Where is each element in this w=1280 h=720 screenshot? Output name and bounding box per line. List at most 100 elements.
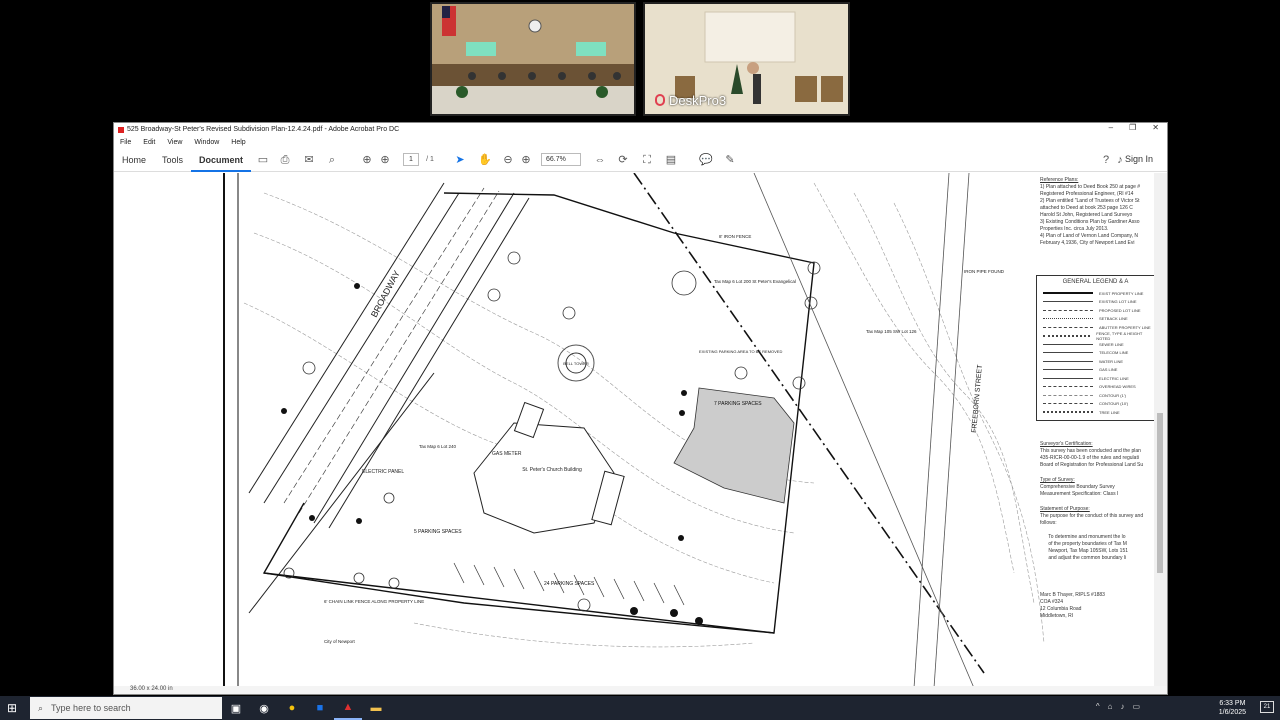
menu-view[interactable]: View [167, 139, 182, 146]
menu-file[interactable]: File [120, 139, 131, 146]
select-tool-icon[interactable]: ➤ [454, 154, 466, 166]
lot-200-label: Tax Map 6 Lot 200 St Peter's Evangelical [714, 279, 796, 284]
legend-item: WATER LINE [1099, 358, 1124, 364]
title-bar[interactable]: 525 Broadway-St Peter's Revised Subdivis… [114, 123, 1167, 136]
zoom-out-icon[interactable]: ⊖ [502, 154, 514, 166]
electric-panel-label: ELECTRIC PANEL [362, 469, 404, 475]
task-view-icon[interactable]: ▣ [222, 696, 250, 720]
search-icon[interactable]: ⌕ [326, 154, 338, 166]
site-plan-drawing: BROADWAY FREEBORN STREET St. Peter's Chu… [114, 173, 1155, 688]
scroll-thumb[interactable] [1157, 413, 1163, 573]
print-icon[interactable]: ⎙ [279, 154, 291, 166]
legend-item: GAS LINE [1099, 367, 1118, 373]
purpose-line: The purpose for the conduct of this surv… [1040, 513, 1144, 519]
full-screen-icon[interactable]: ⛶ [641, 154, 653, 166]
status-bar: 36.00 x 24.00 in [114, 686, 1167, 694]
prev-page-icon[interactable]: ⊕ [361, 154, 373, 166]
pen-icon[interactable]: ✎ [724, 154, 736, 166]
volume-icon[interactable]: ♪ [1120, 702, 1124, 711]
clock-time: 6:33 PM [1219, 700, 1246, 707]
surveyor-line: Board of Registration for Professional L… [1040, 462, 1144, 468]
hand-tool-icon[interactable]: ✋ [478, 154, 492, 166]
reference-line: 1) Plan attached to Deed Book 250 at pag… [1040, 184, 1141, 190]
menu-help[interactable]: Help [231, 139, 245, 146]
page-number-input[interactable]: 1 [403, 153, 419, 166]
video-tile-council[interactable] [430, 2, 636, 116]
search-icon: ⌕ [38, 702, 44, 713]
reference-line: 3) Existing Conditions Plan by Gardiner … [1040, 219, 1140, 225]
menu-edit[interactable]: Edit [143, 139, 155, 146]
legend-item: ELECTRIC LINE [1099, 375, 1129, 381]
purpose-line: follows: [1040, 520, 1057, 526]
rotate-icon[interactable]: ⟳ [617, 154, 629, 166]
iron-pipe-label: IRON PIPE FOUND [964, 269, 1005, 274]
mic-muted-icon [655, 94, 665, 106]
parking-7-label: 7 PARKING SPACES [714, 401, 762, 407]
legend-item: TREE LINE [1099, 409, 1120, 415]
signature-line: Marc B Thayer, RIPLS #1883 [1040, 592, 1105, 598]
notifications-icon[interactable]: 21 [1260, 701, 1274, 713]
legend-item: PROPOSED LOT LINE [1099, 307, 1141, 313]
parking-24-label: 24 PARKING SPACES [544, 581, 595, 587]
network-icon[interactable]: ⌂ [1108, 702, 1113, 711]
legend-title: GENERAL LEGEND & A [1062, 279, 1129, 285]
vertical-scrollbar[interactable] [1154, 173, 1167, 688]
purpose-line: of the property boundaries of Tax M [1040, 541, 1127, 547]
acrobat-taskbar-icon[interactable]: ▲ [334, 696, 362, 720]
comment-icon[interactable]: 💬 [699, 154, 713, 166]
save-icon[interactable]: ▭ [257, 154, 269, 166]
legend-item: CONTOUR (10') [1099, 401, 1129, 407]
outlook-icon[interactable]: ■ [306, 696, 334, 720]
close-icon[interactable]: ✕ [1152, 123, 1159, 132]
legend-item: OVERHEAD WIRES [1099, 384, 1136, 390]
reference-line: attached to Deed at book 253 page 126 C [1040, 205, 1133, 211]
read-mode-icon[interactable]: ▤ [665, 154, 677, 166]
page-size-label: 36.00 x 24.00 in [130, 686, 173, 692]
windows-start-icon[interactable]: ⊞ [0, 701, 24, 715]
file-explorer-icon[interactable]: ▬ [362, 696, 390, 720]
battery-icon[interactable]: ▭ [1132, 702, 1140, 711]
maximize-icon[interactable]: ❐ [1129, 123, 1136, 132]
tab-tools[interactable]: Tools [154, 148, 191, 172]
tile-label: DeskPro3 [669, 93, 727, 108]
zoom-level-select[interactable]: 66.7% [541, 153, 581, 166]
window-title: 525 Broadway-St Peter's Revised Subdivis… [127, 126, 400, 133]
chrome-icon[interactable]: ● [278, 696, 306, 720]
toolbar: Home Tools Document ▭ ⎙ ✉ ⌕ ⊕ ⊕ 1 / 1 ➤ … [114, 148, 1167, 172]
windows-taskbar: ⊞ ⌕ Type here to search ▣ ◉ ● ■ ▲ ▬ ^ ⌂ … [0, 696, 1280, 720]
reference-plans: Reference Plans: 1) Plan attached to Dee… [1040, 177, 1155, 247]
next-page-icon[interactable]: ⊕ [379, 154, 391, 166]
tab-home[interactable]: Home [114, 148, 154, 172]
purpose-line: To determine and monument the lo [1040, 534, 1126, 540]
video-tile-deskpro3[interactable]: DeskPro3 [643, 2, 850, 116]
survey-type-line: Measurement Specification: Class I [1040, 491, 1119, 497]
signature-line: COA #324 [1040, 599, 1064, 605]
gas-meter-label: GAS METER [492, 451, 522, 457]
app-icon-browser[interactable]: ◉ [250, 696, 278, 720]
existing-parking-label: EXISTING PARKING AREA TO BE REMOVED [699, 349, 782, 354]
legend-item: SEWER LINE [1099, 341, 1124, 347]
system-clock[interactable]: 6:33 PM 1/6/2025 [1219, 699, 1246, 717]
taskbar-search[interactable]: ⌕ Type here to search [30, 697, 222, 719]
email-icon[interactable]: ✉ [303, 154, 315, 166]
menu-window[interactable]: Window [194, 139, 219, 146]
lot-240-label: Tax Map 6 Lot 240 [419, 444, 457, 449]
document-view[interactable]: BROADWAY FREEBORN STREET St. Peter's Chu… [114, 173, 1155, 688]
zoom-in-icon[interactable]: ⊕ [520, 154, 532, 166]
signature-line: 12 Columbia Road [1040, 606, 1082, 612]
fit-page-icon[interactable]: ⇔ [594, 154, 606, 166]
signature-line: Middletown, RI [1040, 613, 1074, 619]
surveyor-line: This survey has been conducted and the p… [1040, 448, 1141, 454]
help-icon[interactable]: ? [1100, 154, 1112, 166]
reference-line: February 4,1936, City of Newport Land Ev… [1040, 240, 1135, 246]
system-tray: ^ ⌂ ♪ ▭ [1096, 702, 1140, 711]
tab-document[interactable]: Document [191, 148, 252, 172]
legend-item: TELECOM LINE [1099, 350, 1129, 356]
sign-in-button[interactable]: Sign In [1125, 154, 1153, 164]
minimize-icon[interactable]: – [1109, 123, 1113, 132]
survey-type-line: Comprehensive Boundary Survey [1040, 484, 1115, 490]
legend-item: FENCE, TYPE & HEIGHT NOTED [1096, 330, 1143, 341]
surveyor-title: Surveyor's Certification: [1040, 441, 1093, 447]
acrobat-window[interactable]: 525 Broadway-St Peter's Revised Subdivis… [113, 122, 1168, 695]
chevron-up-icon[interactable]: ^ [1096, 702, 1100, 711]
